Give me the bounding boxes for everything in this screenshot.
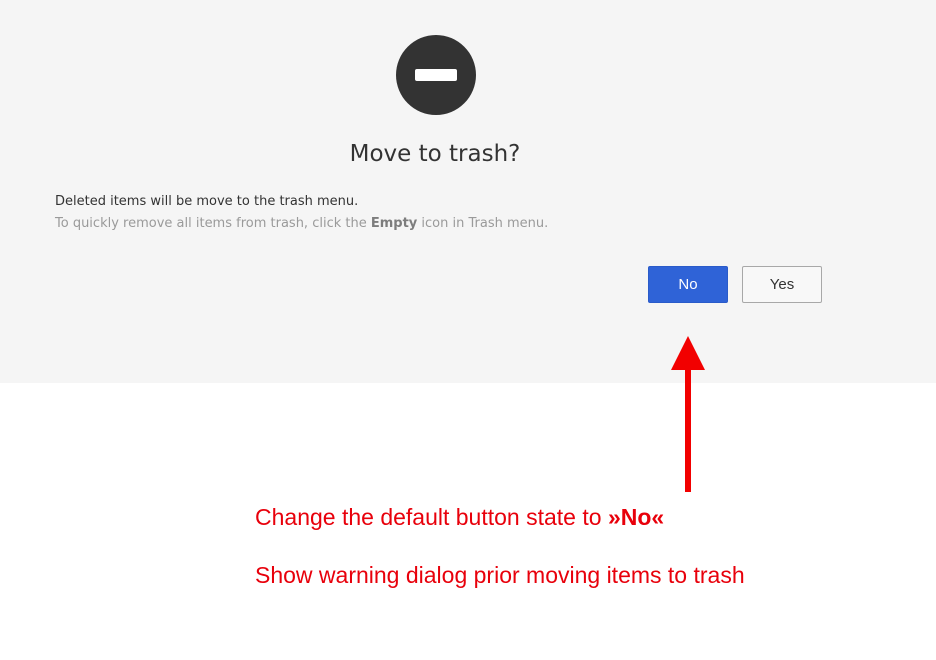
annotation-line1-emphasis: »No«: [607, 504, 665, 530]
hint-suffix: icon in Trash menu.: [417, 216, 549, 231]
hint-empty-emphasis: Empty: [370, 216, 418, 231]
no-button[interactable]: No: [648, 266, 728, 303]
hint-prefix: To quickly remove all items from trash, …: [55, 216, 371, 231]
arrow-up-icon: [671, 336, 705, 492]
dialog-title: Move to trash?: [349, 141, 521, 167]
trash-confirm-dialog: Move to trash? Deleted items will be mov…: [0, 0, 936, 383]
annotation-default-button: Change the default button state to »No«: [255, 504, 664, 531]
minus-circle-icon: [396, 35, 476, 115]
minus-bar: [415, 69, 457, 81]
yes-button[interactable]: Yes: [742, 266, 822, 303]
annotation-line1-text: Change the default button state to: [255, 504, 608, 530]
dialog-message: Deleted items will be move to the trash …: [55, 194, 359, 209]
annotation-warning-dialog: Show warning dialog prior moving items t…: [255, 562, 745, 588]
dialog-hint: To quickly remove all items from trash, …: [55, 216, 548, 231]
